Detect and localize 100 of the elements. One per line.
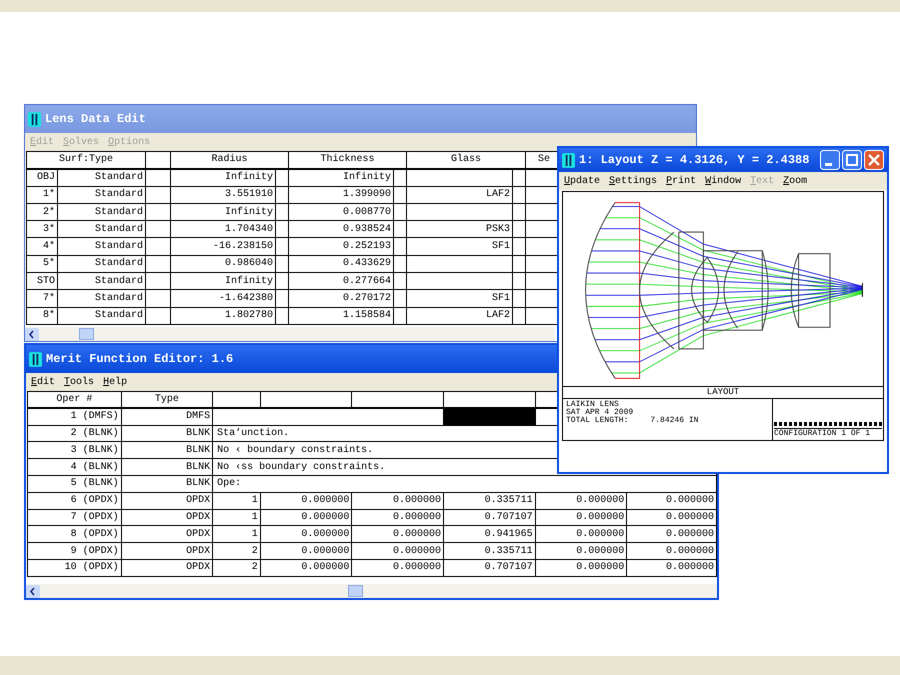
configuration-text: CONFIGURATION 1 OF 1 [774, 428, 882, 438]
date-text: SAT APR 4 2009 [566, 409, 634, 417]
table-cell: 0.000000 [352, 559, 444, 576]
table-cell: 2* [26, 203, 58, 221]
table-cell: 0.000000 [260, 542, 352, 560]
table-cell: 0.941965 [444, 526, 536, 543]
table-cell: 0.000000 [535, 492, 627, 510]
table-cell: 2 (BLNK) [28, 425, 122, 442]
table-cell: Standard [58, 168, 146, 186]
table-cell: OPDX [121, 509, 213, 526]
menu-item[interactable]: Settings [609, 176, 658, 186]
table-cell: -1.642380 [170, 290, 276, 308]
table-cell: 0.707107 [444, 509, 536, 526]
table-cell: BLNK [121, 442, 213, 459]
scroll-left-icon[interactable] [26, 584, 40, 598]
table-cell: Standard [58, 290, 146, 308]
menu-item[interactable]: Edit [31, 376, 56, 388]
table-cell: Standard [58, 272, 146, 290]
table-cell: 3* [26, 220, 58, 238]
table-cell: 6 (OPDX) [28, 492, 122, 510]
table-cell: 0.277664 [288, 272, 394, 290]
table-cell: Infinity [288, 168, 394, 186]
scroll-left-icon[interactable] [25, 328, 39, 340]
close-button[interactable] [864, 150, 884, 170]
table-cell: BLNK [121, 475, 213, 492]
horizontal-scrollbar[interactable] [26, 584, 717, 598]
app-icon [562, 152, 575, 168]
maximize-button[interactable] [842, 150, 862, 170]
table-cell: 0.008770 [288, 203, 394, 221]
table-cell: 0.000000 [535, 542, 627, 560]
menu-item[interactable]: Zoom [783, 176, 808, 186]
table-cell: STO [26, 272, 58, 290]
app-icon [29, 352, 42, 366]
scroll-thumb[interactable] [348, 585, 363, 597]
table-cell: 0.000000 [352, 542, 444, 560]
column-header: Type [121, 392, 213, 408]
table-cell: 1.704340 [170, 220, 276, 238]
table-cell: 0.000000 [352, 509, 444, 526]
table-cell: 0.000000 [626, 542, 716, 560]
table-cell: 3.551910 [170, 186, 276, 204]
table-cell: 2 [212, 559, 260, 576]
table-cell: 1 (DMFS) [28, 408, 122, 426]
table-cell: 1 [212, 509, 260, 526]
length-value: 7.84246 IN [650, 417, 698, 425]
table-cell: BLNK [121, 458, 213, 476]
table-cell: 1.158584 [288, 307, 394, 324]
comment-text: Ope: [217, 478, 242, 490]
table-cell: 2 [212, 542, 260, 560]
table-cell: 1.802780 [170, 307, 276, 324]
table-cell: 0.000000 [352, 492, 444, 510]
table-cell: OBJ [26, 168, 58, 186]
column-header: Surf:Type [26, 152, 146, 169]
table-cell: 7 (OPDX) [28, 509, 122, 526]
column-header: Thickness [288, 152, 406, 169]
menu-item[interactable]: Help [103, 376, 128, 388]
table-cell: 1.399090 [288, 186, 394, 204]
horizontal-scrollbar[interactable] [25, 327, 555, 341]
table-cell: 0.000000 [260, 492, 352, 510]
table-cell: SF1 [492, 293, 510, 304]
lens-name: LAIKIN LENS [566, 401, 619, 409]
table-cell: 5 (BLNK) [28, 475, 122, 492]
table-cell: LAF2 [486, 310, 510, 322]
table-cell: 4 (BLNK) [28, 458, 122, 476]
table-cell: 8 (OPDX) [28, 526, 122, 543]
column-header: Glass [406, 152, 526, 169]
menu-item[interactable]: Print [666, 176, 696, 186]
table-cell: OPDX [121, 526, 213, 543]
table-cell: Standard [58, 220, 146, 238]
table-cell: 0.335711 [444, 542, 536, 560]
table-cell: 0.000000 [626, 526, 716, 543]
table-cell: 0.000000 [535, 509, 627, 526]
column-header: Radius [170, 152, 288, 169]
menu-item[interactable]: Update [564, 176, 600, 186]
table-cell: Infinity [170, 203, 276, 221]
table-cell: 10 (OPDX) [28, 559, 122, 576]
table-cell: Infinity [170, 168, 276, 186]
table-cell: 0.270172 [288, 290, 394, 308]
table-cell: Standard [58, 186, 146, 204]
table-cell: 0.000000 [260, 559, 352, 576]
menu-item[interactable]: Tools [64, 376, 94, 388]
table-cell: 5* [26, 255, 58, 273]
table-cell: -16.238150 [170, 238, 276, 256]
table-cell: DMFS [121, 408, 213, 426]
table-cell: 1 [212, 526, 260, 543]
table-cell: 9 (OPDX) [28, 542, 122, 560]
minimize-button[interactable] [820, 150, 840, 170]
app-icon [28, 112, 41, 126]
table-cell: OPDX [121, 559, 213, 576]
table-cell: 0.000000 [626, 509, 716, 526]
table-cell: Standard [58, 307, 146, 324]
table-cell: 0.707107 [444, 559, 536, 576]
scroll-thumb[interactable] [79, 328, 94, 340]
window-title: Merit Function Editor: 1.6 [46, 352, 234, 366]
table-cell: 0.938524 [288, 220, 394, 238]
table-cell: 7* [26, 290, 58, 308]
plot-title: LAYOUT [562, 386, 884, 399]
table-cell: Standard [58, 203, 146, 221]
menu-item[interactable]: Window [705, 176, 742, 186]
table-cell: 0.000000 [626, 559, 716, 576]
comment-text: No ‹ss boundary constraints. [217, 462, 386, 473]
